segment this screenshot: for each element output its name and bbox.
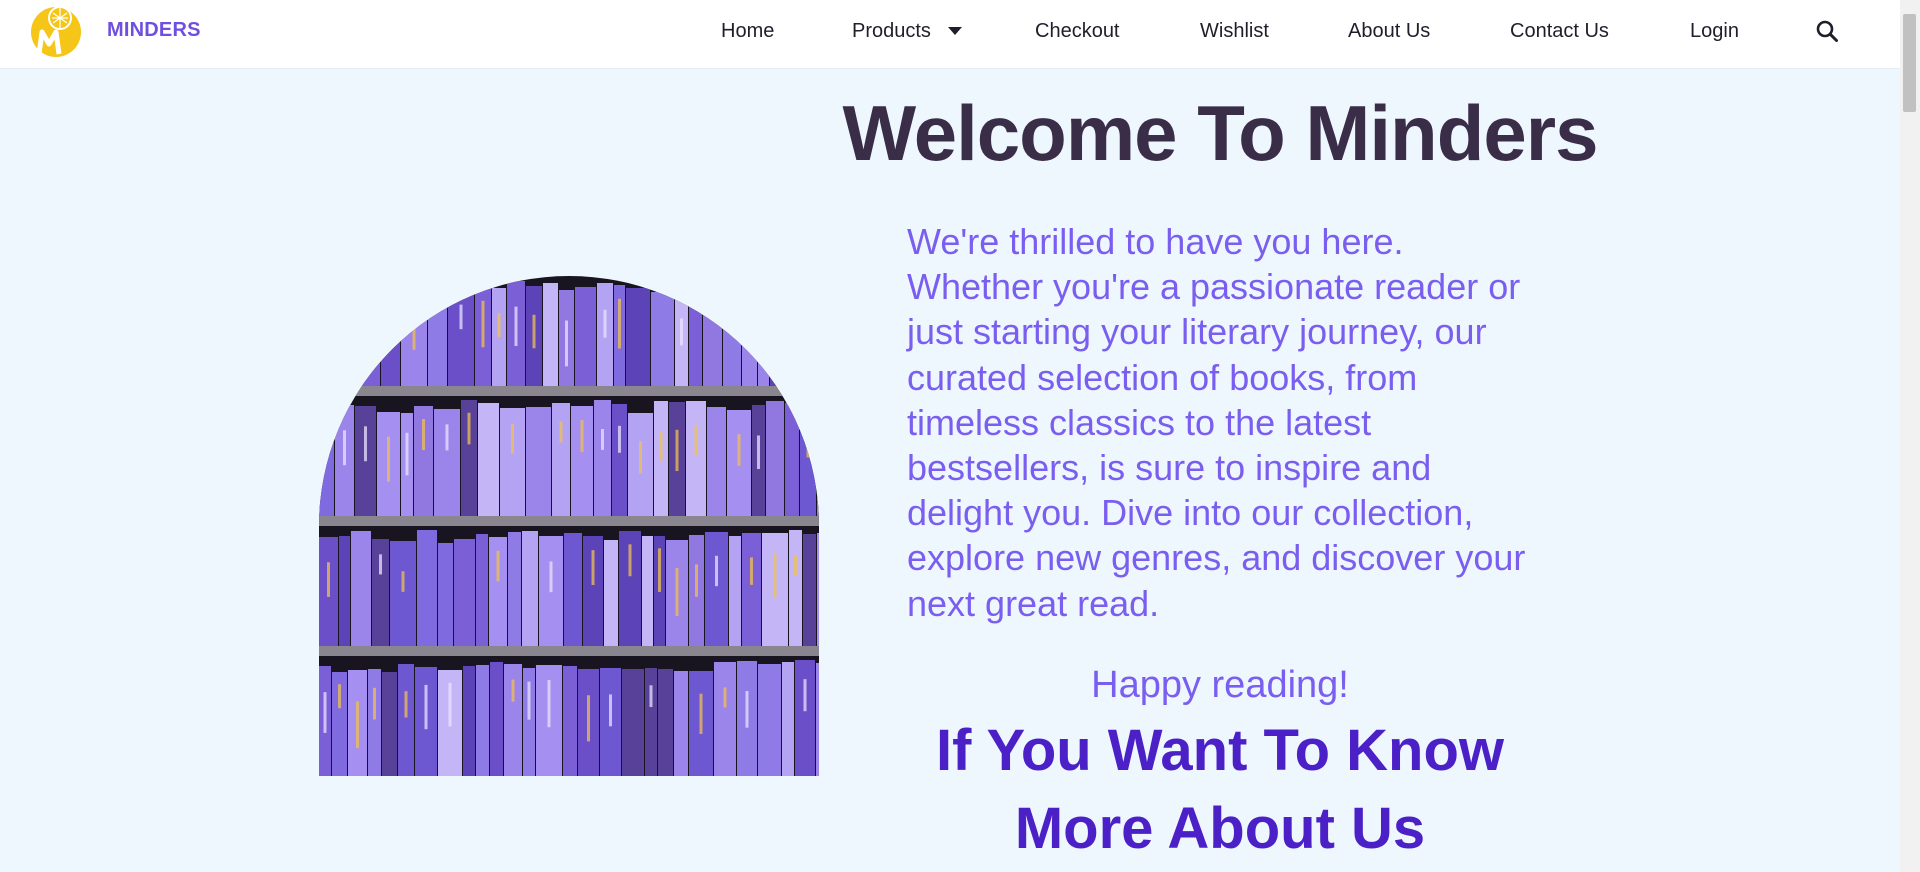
minders-logo-icon[interactable] [30, 4, 82, 58]
nav-home[interactable]: Home [721, 20, 774, 43]
top-navbar: MINDERS Home Products Checkout Wishlist … [0, 0, 1900, 68]
scrollbar-thumb[interactable] [1903, 14, 1916, 112]
welcome-paragraph: We're thrilled to have you here. Whether… [907, 221, 1526, 624]
about-us-heading-line2: More About Us [1014, 796, 1426, 861]
happy-reading-text: Happy reading! [1091, 664, 1349, 706]
about-us-heading-line1: If You Want To Know [935, 718, 1505, 783]
caret-down-icon[interactable] [948, 27, 962, 35]
nav-wishlist[interactable]: Wishlist [1200, 20, 1269, 43]
bookshelf-image [319, 276, 819, 776]
nav-contact-us[interactable]: Contact Us [1510, 20, 1609, 43]
nav-products[interactable]: Products [852, 20, 931, 43]
page-title: Welcome To Minders [842, 89, 1599, 177]
page-scrollbar[interactable] [1900, 0, 1920, 872]
search-icon[interactable] [1815, 19, 1839, 43]
nav-checkout[interactable]: Checkout [1035, 20, 1120, 43]
brand-name[interactable]: MINDERS [107, 19, 201, 42]
about-us-heading: If You Want To Know More About Us [820, 712, 1620, 868]
nav-about-us[interactable]: About Us [1348, 20, 1430, 43]
nav-login[interactable]: Login [1690, 20, 1739, 43]
